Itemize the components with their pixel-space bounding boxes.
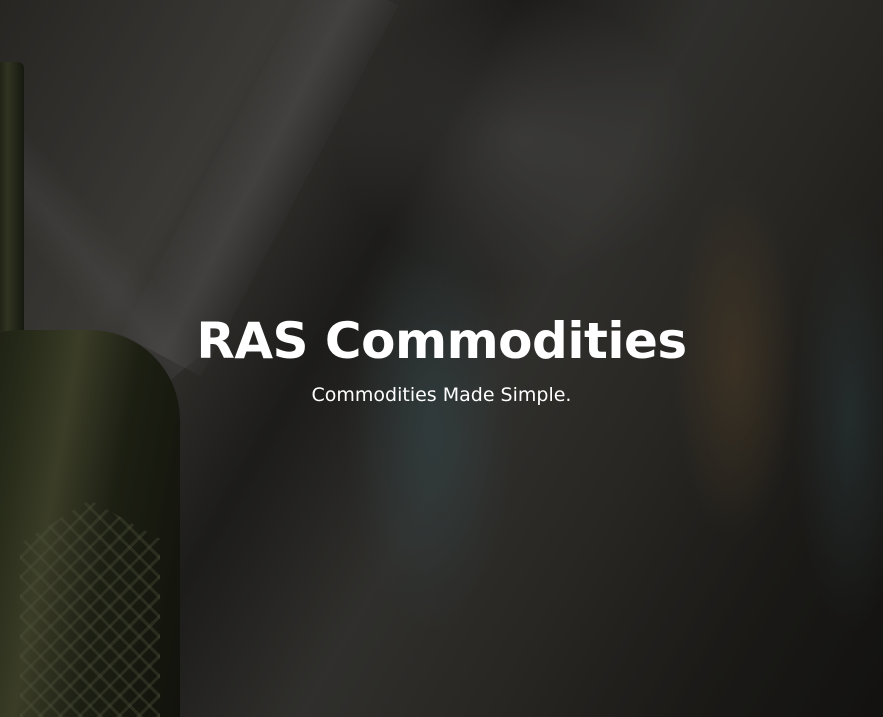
hero-content: RAS Commodities Commodities Made Simple. — [0, 310, 883, 408]
hero-title: RAS Commodities — [196, 312, 687, 370]
hero-subtitle: Commodities Made Simple. — [311, 384, 572, 406]
hero-section: RAS Commodities Commodities Made Simple. — [0, 0, 883, 717]
